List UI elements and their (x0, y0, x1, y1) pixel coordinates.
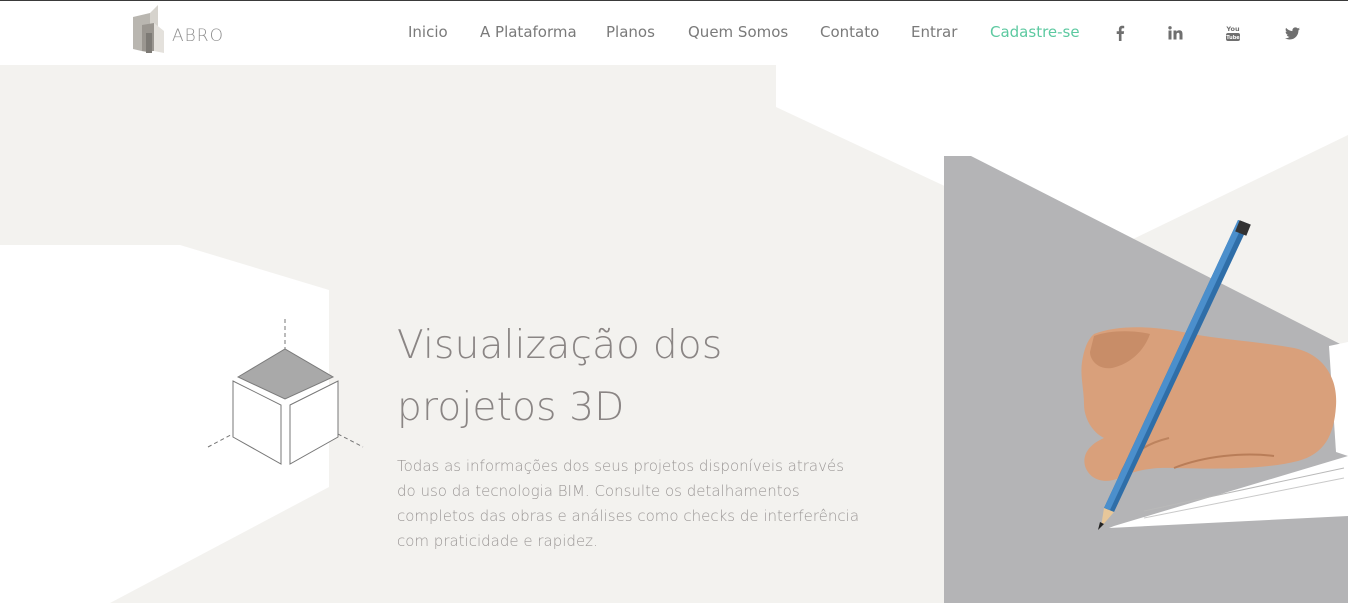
hero-title-line-2: projetos 3D (397, 385, 625, 430)
hero-description: Todas as informações dos seus projetos d… (397, 457, 860, 550)
nav-contato[interactable]: Contato (820, 23, 879, 41)
hand-drawing-illustration (1081, 220, 1348, 530)
youtube-icon[interactable]: You Tube (1223, 23, 1243, 43)
nav-quem-somos[interactable]: Quem Somos (688, 23, 788, 41)
facebook-icon[interactable] (1110, 23, 1130, 43)
hero-title: Visualização dos projetos 3D (397, 315, 877, 439)
site-header: ABRO Inicio A Plataforma Planos Quem Som… (0, 1, 1348, 65)
svg-text:Tube: Tube (1226, 35, 1240, 41)
hero-title-line-1: Visualização dos (397, 323, 723, 368)
twitter-icon[interactable] (1282, 23, 1302, 43)
nav-entrar[interactable]: Entrar (911, 23, 957, 41)
cube-3d-icon (207, 319, 364, 465)
main-nav: Inicio A Plataforma Planos Quem Somos Co… (0, 1, 1348, 65)
nav-planos[interactable]: Planos (606, 23, 655, 41)
svg-text:You: You (1225, 25, 1240, 33)
linkedin-icon[interactable] (1165, 23, 1185, 43)
nav-inicio[interactable]: Inicio (408, 23, 448, 41)
nav-a-plataforma[interactable]: A Plataforma (480, 23, 577, 41)
nav-cadastre-se[interactable]: Cadastre-se (990, 23, 1080, 41)
